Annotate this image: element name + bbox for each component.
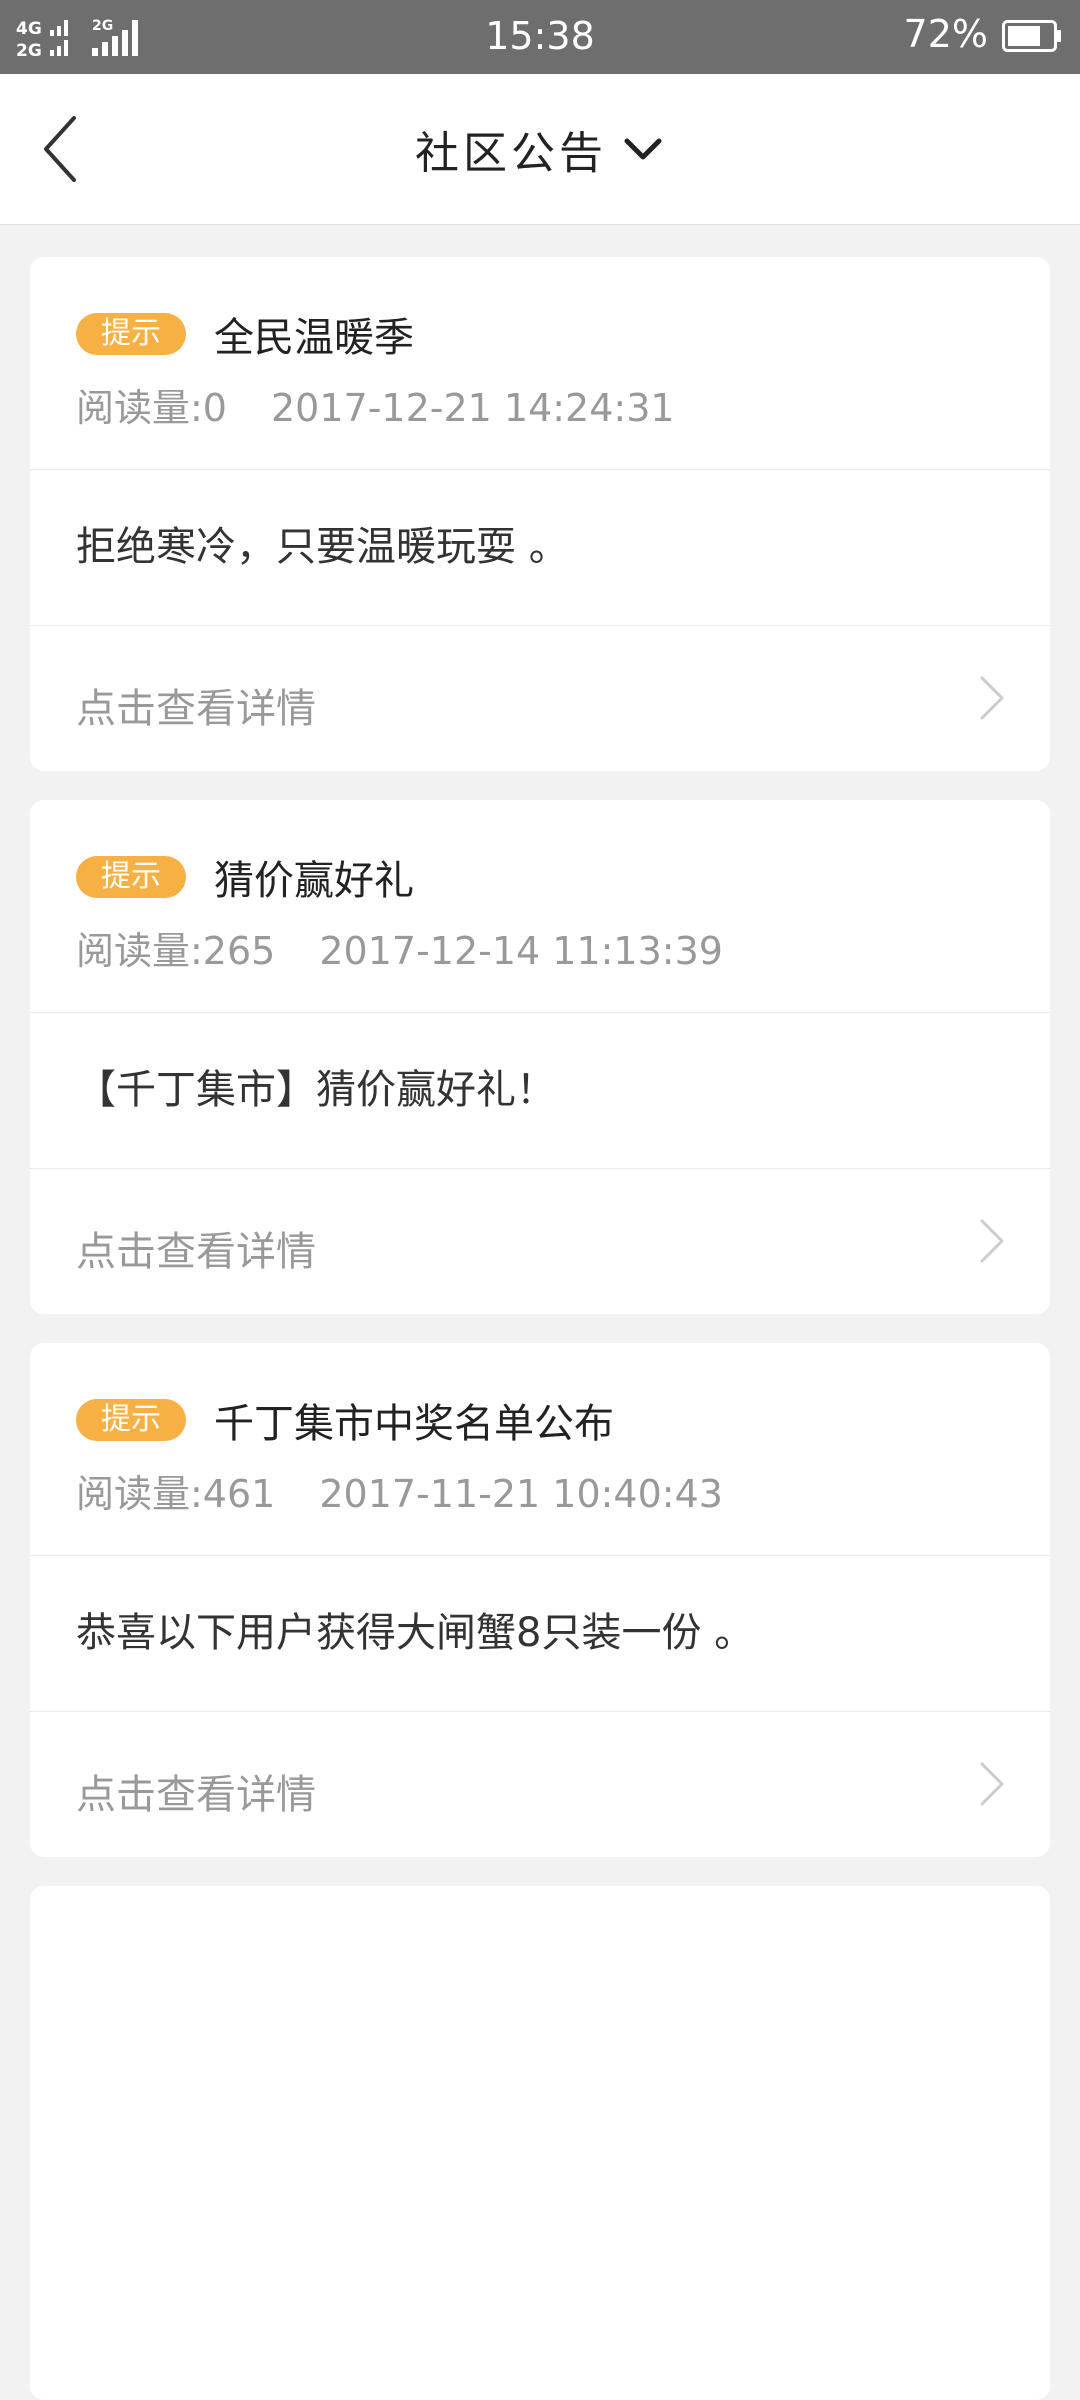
announcement-card: 提示 猜价赢好礼 阅读量:265 2017-12-14 11:13:39 【千丁集… [30,800,1050,1314]
hint-tag: 提示 [76,856,186,898]
announcement-meta: 阅读量:265 2017-12-14 11:13:39 [76,920,723,975]
view-details-label: 点击查看详情 [76,1229,316,1275]
card-body: 恭喜以下用户获得大闸蟹8只装一份 。 [30,1556,1050,1712]
title-dropdown[interactable]: 社区公告 [0,116,1080,182]
announcement-date: 2017-11-21 10:40:43 [319,1472,723,1516]
chevron-right-icon [980,1762,1004,1806]
announcement-date: 2017-12-14 11:13:39 [319,929,723,973]
view-details-row[interactable]: 点击查看详情 [30,1712,1050,1857]
announcement-title: 千丁集市中奖名单公布 [214,1401,614,1447]
chevron-right-icon [980,676,1004,720]
read-count: 阅读量:0 [76,386,227,430]
announcement-card: 提示 千丁集市中奖名单公布 阅读量:461 2017-11-21 10:40:43… [30,1343,1050,1857]
card-header: 提示 千丁集市中奖名单公布 阅读量:461 2017-11-21 10:40:43 [30,1343,1050,1556]
announcement-content: 恭喜以下用户获得大闸蟹8只装一份 。 [76,1610,755,1656]
announcement-title: 全民温暖季 [214,315,414,361]
read-count: 阅读量:265 [76,929,276,973]
announcement-date: 2017-12-21 14:24:31 [270,386,675,430]
view-details-row[interactable]: 点击查看详情 [30,626,1050,771]
chevron-down-icon [624,138,662,160]
view-details-row[interactable]: 点击查看详情 [30,1169,1050,1314]
announcement-title: 猜价赢好礼 [214,858,414,904]
chevron-right-icon [980,1219,1004,1263]
announcement-meta: 阅读量:461 2017-11-21 10:40:43 [76,1463,723,1518]
announcement-card: 提示 全民温暖季 阅读量:0 2017-12-21 14:24:31 拒绝寒冷，只… [30,257,1050,771]
announcement-content: 【千丁集市】猜价赢好礼！ [76,1067,556,1113]
announcement-card-partial [30,1886,1050,2400]
announcement-content: 拒绝寒冷，只要温暖玩耍 。 [76,524,569,570]
battery-percent: 72% [903,12,988,56]
battery-fill [1008,26,1040,46]
status-bar: 4G 2G 2G 15:38 72% [0,0,1080,74]
card-header: 提示 猜价赢好礼 阅读量:265 2017-12-14 11:13:39 [30,800,1050,1013]
read-count: 阅读量:461 [76,1472,276,1516]
hint-tag: 提示 [76,313,186,355]
card-body: 拒绝寒冷，只要温暖玩耍 。 [30,470,1050,626]
battery-icon [1002,20,1061,52]
view-details-label: 点击查看详情 [76,1772,316,1818]
card-header: 提示 全民温暖季 阅读量:0 2017-12-21 14:24:31 [30,257,1050,470]
card-body: 【千丁集市】猜价赢好礼！ [30,1013,1050,1169]
announcement-meta: 阅读量:0 2017-12-21 14:24:31 [76,377,675,432]
page-title: 社区公告 [415,128,607,179]
nav-bar: 社区公告 [0,74,1080,225]
view-details-label: 点击查看详情 [76,686,316,732]
hint-tag: 提示 [76,1399,186,1441]
